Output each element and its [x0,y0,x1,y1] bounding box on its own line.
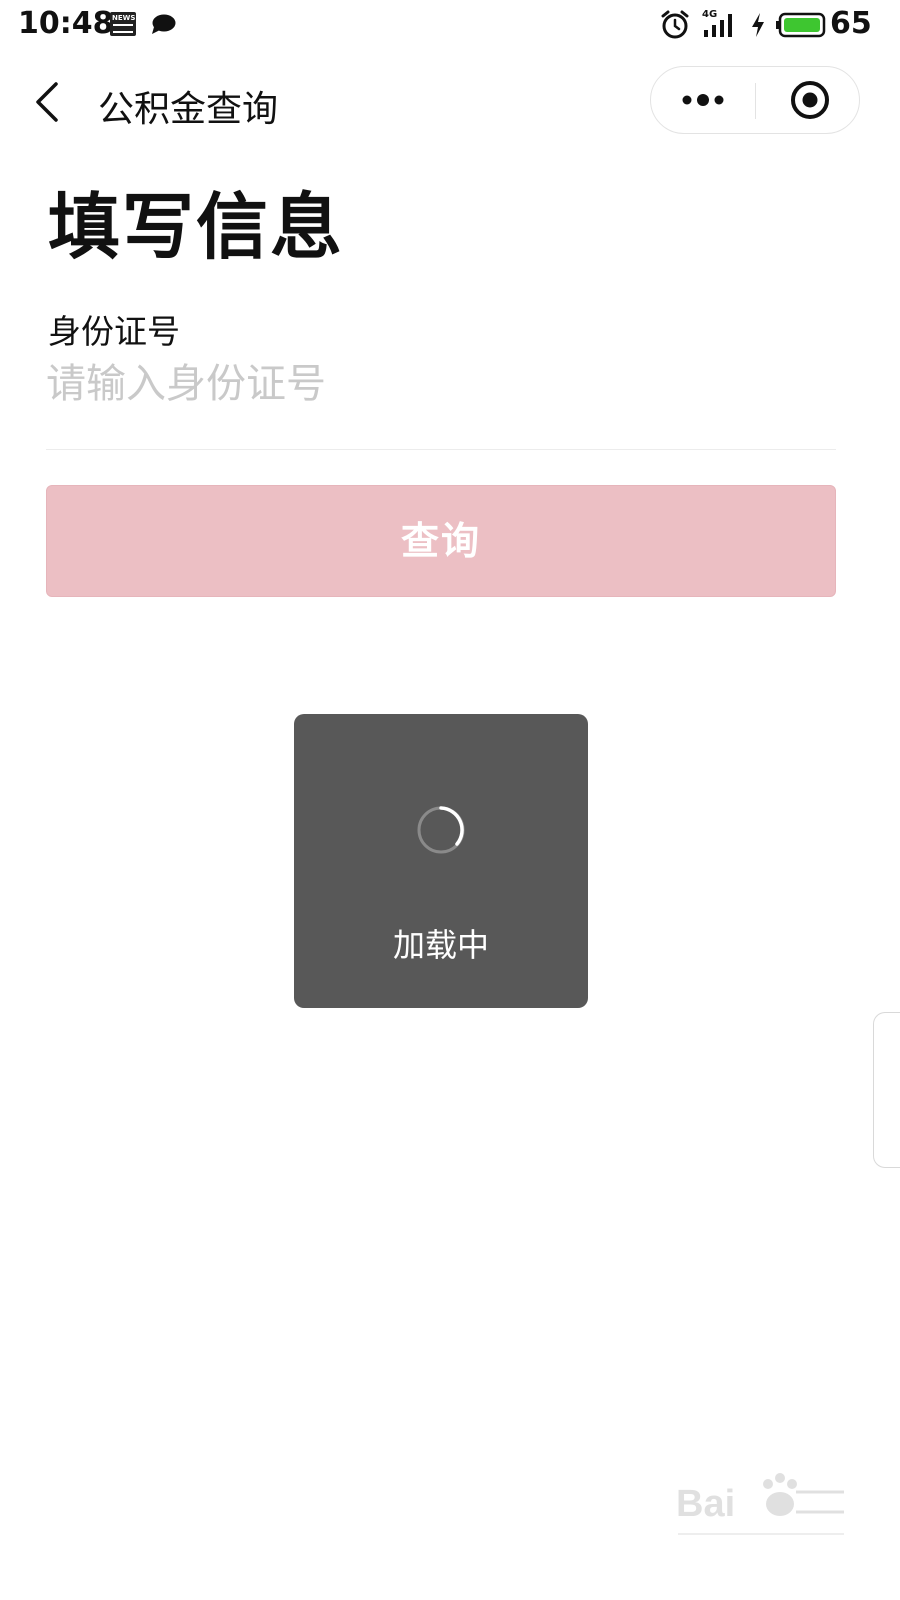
status-time: 10:48 [18,6,114,41]
query-button[interactable]: 查询 [46,485,836,597]
side-drawer-handle[interactable] [873,1012,900,1168]
battery-level: 65 [830,6,872,41]
svg-text:Bai: Bai [676,1483,735,1525]
id-number-label: 身份证号 [48,312,180,351]
capsule-menu [650,66,860,134]
alarm-icon [661,10,689,39]
more-button[interactable] [651,67,755,133]
loading-text: 加载中 [392,926,489,964]
watermark-logo: Bai [676,1473,844,1535]
back-button[interactable] [28,78,68,126]
battery-icon [776,12,826,38]
news-icon: NEWS [110,12,136,36]
chat-bubble-icon [152,14,176,34]
mini-program-screen: 10:48 NEWS 4G 65 公积金查询 填写信息 身份证号 请输入身份证号… [0,0,900,1600]
news-badge-text: NEWS [112,14,136,22]
charging-icon [752,13,764,37]
signal-icon: 4G [702,9,740,40]
spinner-icon [417,806,465,854]
page-heading: 填写信息 [48,185,345,269]
nav-title: 公积金查询 [98,89,279,130]
nav-bar: 公积金查询 [0,62,900,142]
id-number-input[interactable] [46,354,836,414]
more-dots-icon [682,94,724,106]
close-mini-program-button[interactable] [756,67,860,133]
loading-toast: 加载中 [294,714,588,1008]
record-icon [791,81,829,119]
input-divider [46,449,836,450]
status-bar: 10:48 NEWS 4G 65 [0,0,900,50]
